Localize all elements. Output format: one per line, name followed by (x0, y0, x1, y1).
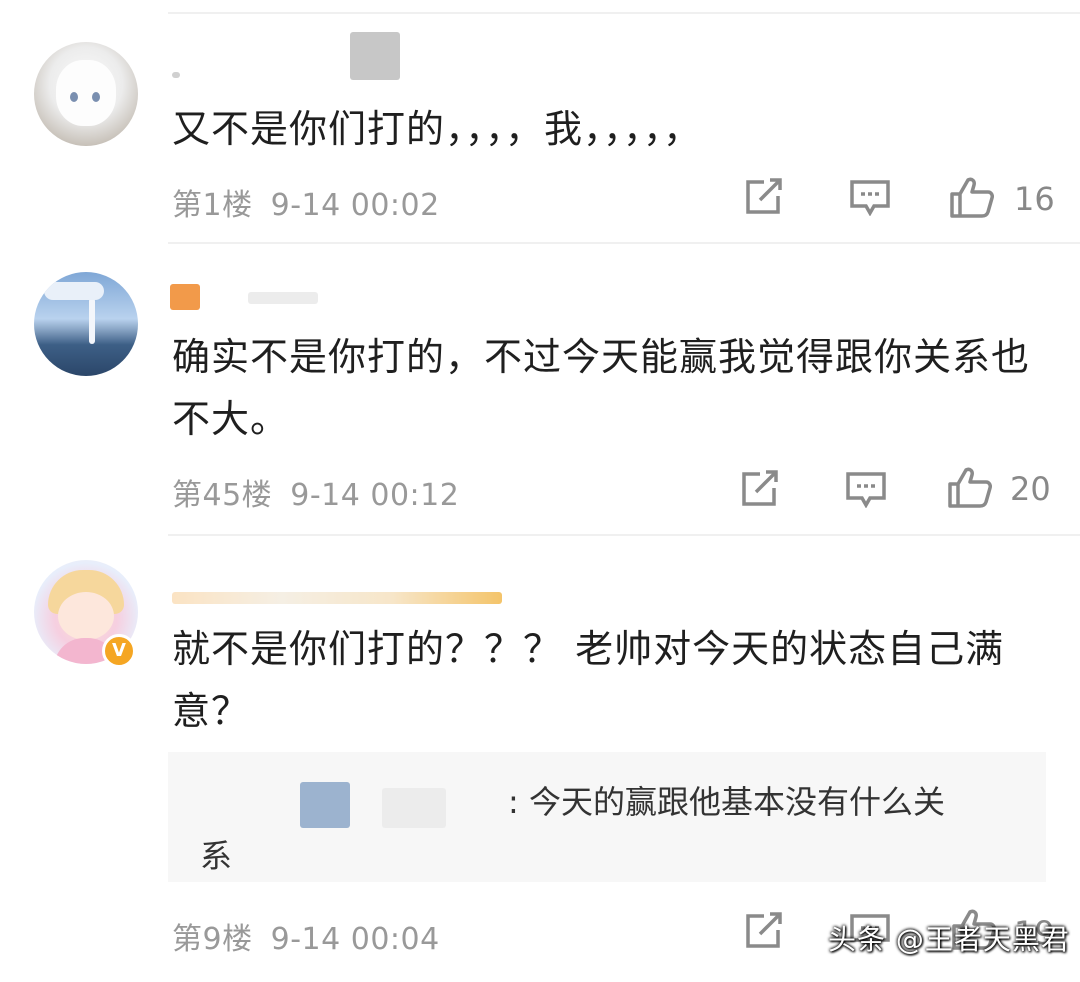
username-redacted[interactable] (170, 284, 200, 310)
floor-number: 第1楼 (172, 188, 253, 223)
comment-item: 确实不是你打的，不过今天能赢我觉得跟你关系也不大。 第45楼 9-14 00:1… (0, 244, 1080, 534)
comment-meta: 第9楼 9-14 00:04 (172, 914, 440, 958)
user-avatar[interactable] (34, 272, 138, 376)
girl-face (58, 592, 114, 640)
quoted-username-redacted (382, 788, 446, 828)
username-redacted[interactable] (172, 72, 180, 78)
like-icon[interactable] (950, 176, 994, 218)
comment-text: 确实不是你打的，不过今天能赢我觉得跟你关系也不大。 (172, 335, 1031, 441)
cloud (44, 282, 104, 300)
watermark: 头条 @王者天黑君 (828, 923, 1070, 956)
comment-item: V 就不是你们打的？？？ 老帅对今天的状态自己满意？ : 今天的赢跟他基本没有什… (0, 536, 1080, 982)
floor-number: 第9楼 (172, 922, 253, 957)
username-redacted (248, 292, 318, 304)
like-icon[interactable] (948, 466, 992, 508)
share-icon[interactable] (744, 178, 784, 216)
share-icon[interactable] (740, 470, 780, 508)
comment-text: 就不是你们打的？？？ 老帅对今天的状态自己满意？ (172, 627, 1005, 733)
like-count: 16 (1014, 180, 1055, 218)
like-count: 20 (1010, 470, 1051, 508)
cat-face (56, 60, 116, 126)
comment-item: 又不是你们打的，，，，我，，，，， 第1楼 9-14 00:02 16 (0, 0, 1080, 240)
verified-badge: V (102, 634, 136, 668)
reply-icon[interactable] (850, 180, 890, 216)
quoted-username-redacted (300, 782, 350, 828)
quoted-text-line1: : 今天的赢跟他基本没有什么关 (508, 783, 945, 821)
user-avatar[interactable] (34, 42, 138, 146)
fountain-jet (89, 298, 95, 344)
comment-meta: 第45楼 9-14 00:12 (172, 470, 459, 514)
comment-text: 又不是你们打的，，，，我，，，，， (172, 107, 703, 151)
share-icon[interactable] (744, 912, 784, 950)
cat-eye (92, 92, 100, 102)
username-redacted[interactable] (172, 592, 502, 604)
username-redacted (350, 32, 400, 80)
cat-eye (70, 92, 78, 102)
quoted-text-line2: 系 (200, 837, 233, 875)
quoted-reply[interactable]: : 今天的赢跟他基本没有什么关 系 (168, 752, 1046, 882)
reply-icon[interactable] (846, 472, 886, 508)
timestamp: 9-14 00:12 (290, 478, 460, 513)
timestamp: 9-14 00:04 (270, 922, 440, 957)
timestamp: 9-14 00:02 (270, 188, 440, 223)
comment-meta: 第1楼 9-14 00:02 (172, 180, 440, 224)
floor-number: 第45楼 (172, 478, 273, 513)
